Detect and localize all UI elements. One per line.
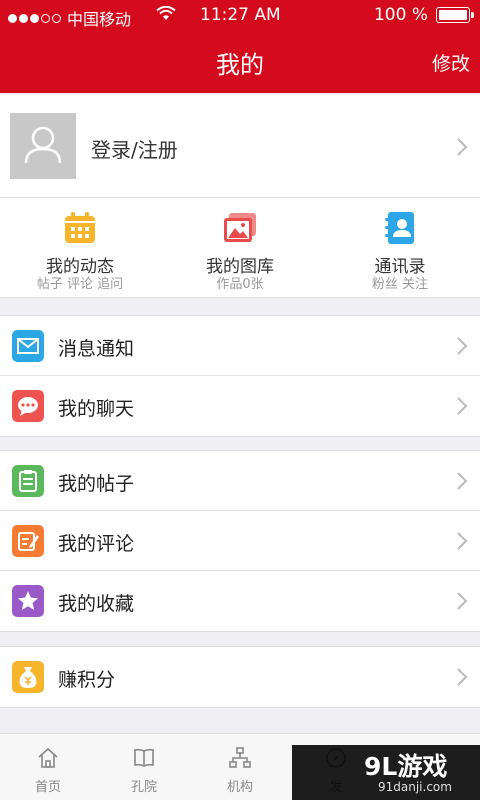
quick-sublabel: 帖子 评论 追问 bbox=[36, 277, 124, 292]
tab-label: 孔院 bbox=[130, 780, 157, 795]
calendar-icon bbox=[65, 212, 95, 243]
header-bar: 中国移动 11:27 AM 100 % 我的 修改 bbox=[0, 0, 480, 93]
watermark-logo: 9L游戏 bbox=[364, 752, 448, 781]
quick-sublabel: 粉丝 关注 bbox=[371, 277, 429, 292]
org-chart-icon bbox=[229, 747, 251, 768]
carrier-label: 中国移动 bbox=[67, 10, 132, 29]
watermark-overlay: 9L游戏 91danji.com bbox=[292, 745, 480, 800]
tab-home[interactable]: 首页 bbox=[0, 734, 96, 800]
clipboard-icon bbox=[12, 465, 44, 497]
chevron-right-icon bbox=[457, 592, 468, 610]
menu-group-points: 赚积分 bbox=[0, 646, 480, 708]
tab-label: 机构 bbox=[226, 780, 253, 795]
menu-group-content: 我的帖子 我的评论 我的收藏 bbox=[0, 450, 480, 632]
watermark-url: 91danji.com bbox=[378, 780, 452, 794]
menu-item-notifications[interactable]: 消息通知 bbox=[0, 316, 480, 376]
tab-institute[interactable]: 孔院 bbox=[96, 734, 192, 800]
menu-item-label: 我的聊天 bbox=[58, 398, 135, 420]
money-bag-icon bbox=[12, 661, 44, 693]
quick-contacts[interactable]: 通讯录 粉丝 关注 bbox=[320, 198, 480, 298]
quick-my-gallery[interactable]: 我的图库 作品0张 bbox=[160, 198, 320, 298]
chevron-right-icon bbox=[457, 138, 468, 156]
menu-item-label: 赚积分 bbox=[58, 669, 116, 691]
quick-sublabel: 作品0张 bbox=[216, 277, 264, 292]
edit-note-icon bbox=[12, 525, 44, 557]
user-icon bbox=[24, 126, 62, 164]
envelope-icon bbox=[12, 330, 44, 362]
menu-item-chat[interactable]: 我的聊天 bbox=[0, 376, 480, 436]
status-time: 11:27 AM bbox=[200, 5, 281, 25]
menu-item-label: 我的收藏 bbox=[58, 593, 135, 615]
menu-item-my-comments[interactable]: 我的评论 bbox=[0, 511, 480, 571]
menu-item-earn-points[interactable]: 赚积分 bbox=[0, 647, 480, 707]
chevron-right-icon bbox=[457, 668, 468, 686]
star-icon bbox=[12, 585, 44, 617]
contacts-icon bbox=[385, 212, 414, 244]
quick-my-activity[interactable]: 我的动态 帖子 评论 追问 bbox=[0, 198, 160, 298]
home-icon bbox=[38, 747, 58, 768]
status-bar: 中国移动 11:27 AM 100 % bbox=[0, 0, 480, 30]
edit-button[interactable]: 修改 bbox=[432, 49, 470, 76]
wifi-icon bbox=[156, 6, 176, 20]
signal-strength-icon bbox=[8, 13, 61, 23]
tab-label: 首页 bbox=[34, 780, 61, 795]
chevron-right-icon bbox=[457, 337, 468, 355]
tab-organization[interactable]: 机构 bbox=[192, 734, 288, 800]
gallery-icon bbox=[224, 213, 256, 242]
chevron-right-icon bbox=[457, 397, 468, 415]
menu-item-my-posts[interactable]: 我的帖子 bbox=[0, 451, 480, 511]
profile-login-row[interactable]: 登录/注册 bbox=[0, 95, 480, 198]
quick-actions: 我的动态 帖子 评论 追问 我的图库 作品0张 通讯录 粉丝 关注 bbox=[0, 198, 480, 298]
chat-bubble-icon bbox=[12, 390, 44, 422]
menu-item-label: 消息通知 bbox=[58, 338, 135, 360]
menu-item-my-favorites[interactable]: 我的收藏 bbox=[0, 571, 480, 631]
battery-icon bbox=[436, 7, 474, 23]
menu-item-label: 我的评论 bbox=[58, 533, 135, 555]
book-icon bbox=[134, 748, 154, 767]
chevron-right-icon bbox=[457, 472, 468, 490]
battery-percent: 100 % bbox=[373, 5, 428, 25]
page-title: 我的 bbox=[216, 51, 264, 79]
chevron-right-icon bbox=[457, 532, 468, 550]
avatar bbox=[10, 113, 76, 179]
menu-group-messages: 消息通知 我的聊天 bbox=[0, 315, 480, 437]
login-register-label: 登录/注册 bbox=[91, 138, 178, 162]
menu-item-label: 我的帖子 bbox=[58, 473, 135, 495]
